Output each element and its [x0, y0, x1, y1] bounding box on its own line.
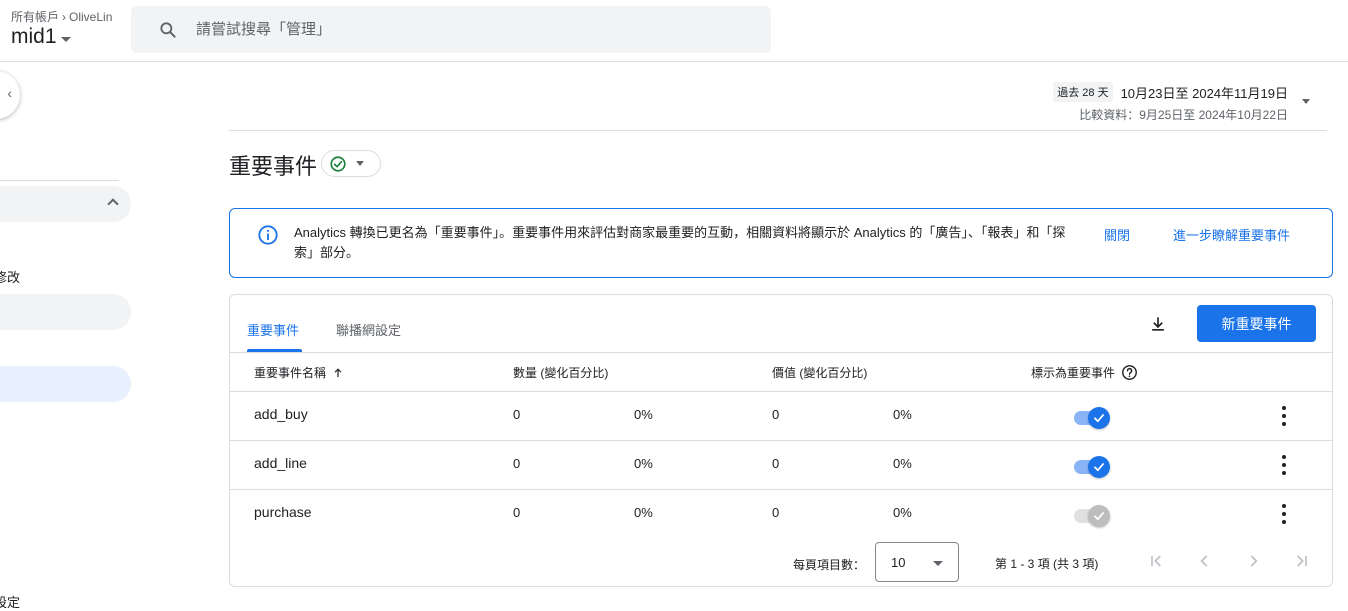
new-key-event-button[interactable]: 新重要事件	[1197, 305, 1316, 342]
learn-more-link[interactable]: 進一步瞭解重要事件	[1173, 225, 1290, 244]
arrow-up-icon	[334, 367, 342, 377]
sidebar-item-label[interactable]: 修改	[0, 267, 20, 286]
check-icon	[1094, 512, 1104, 521]
event-name: purchase	[254, 504, 312, 520]
info-banner: Analytics 轉換已更名為「重要事件」。重要事件用來評估對商家最重要的互動…	[229, 208, 1333, 278]
help-icon[interactable]	[1121, 364, 1138, 381]
breadcrumb[interactable]: 所有帳戶 › OliveLin	[11, 8, 112, 25]
top-app-bar: 所有帳戶 › OliveLin mid1	[0, 0, 1348, 62]
breadcrumb-account[interactable]: OliveLin	[69, 10, 112, 24]
rows-per-page-select[interactable]: 10	[875, 542, 959, 582]
divider	[230, 352, 1332, 353]
search-input[interactable]	[196, 21, 696, 38]
sidebar-group-header[interactable]	[0, 186, 131, 222]
pagination-range: 第 1 - 3 項 (共 3 項)	[995, 557, 1099, 571]
caret-down-icon[interactable]	[1302, 99, 1310, 104]
count-value: 0	[513, 456, 521, 471]
event-name: add_line	[254, 455, 307, 471]
banner-message: Analytics 轉換已更名為「重要事件」。重要事件用來評估對商家最重要的互動…	[294, 225, 1066, 260]
value-change: 0%	[893, 505, 912, 520]
toggle-knob	[1088, 505, 1110, 527]
sidebar-item[interactable]	[0, 294, 131, 330]
date-range-picker[interactable]: 過去 28 天 10月23日至 2024年11月19日 比較資料：9月25日至 …	[1053, 82, 1288, 123]
chevron-up-icon	[107, 198, 119, 210]
key-events-card: 重要事件 聯播網設定 新重要事件 重要事件名稱 數量 (變化百分比) 價值 (變…	[229, 294, 1333, 587]
date-range-text: 10月23日至 2024年11月19日	[1120, 85, 1288, 101]
value-value: 0	[772, 505, 780, 520]
date-range-chip: 過去 28 天	[1053, 82, 1113, 102]
info-icon	[258, 225, 278, 245]
property-name: mid1	[11, 25, 57, 48]
event-name: add_buy	[254, 406, 308, 422]
next-page-icon[interactable]	[1243, 551, 1263, 571]
value-change: 0%	[893, 456, 912, 471]
count-change: 0%	[634, 407, 653, 422]
caret-down-icon	[356, 161, 364, 166]
search-icon	[160, 21, 176, 38]
status-chip[interactable]	[321, 150, 381, 177]
table-row: add_line 0 0% 0 0%	[230, 440, 1332, 489]
caret-down-icon	[60, 36, 71, 42]
column-header-count: 數量 (變化百分比)	[513, 366, 609, 380]
column-header-name[interactable]: 重要事件名稱	[254, 364, 344, 381]
toggle-knob	[1088, 456, 1110, 478]
chevron-right-icon: ›	[62, 9, 67, 24]
compare-range-text: 比較資料：9月25日至 2024年10月22日	[1079, 108, 1288, 122]
sidebar-item-label[interactable]: 設定	[0, 592, 20, 611]
tab-key-events[interactable]: 重要事件	[247, 320, 299, 339]
table-row: purchase 0 0% 0 0%	[230, 489, 1332, 538]
check-circle-icon	[330, 155, 346, 172]
toggle-knob	[1088, 407, 1110, 429]
search-bar[interactable]	[131, 6, 771, 53]
count-value: 0	[513, 505, 521, 520]
dismiss-link[interactable]: 關閉	[1104, 225, 1130, 244]
first-page-icon[interactable]	[1147, 551, 1167, 571]
more-vert-icon[interactable]	[1280, 504, 1288, 524]
property-selector[interactable]: mid1	[11, 25, 71, 49]
page-title: 重要事件	[229, 154, 318, 179]
rows-per-page-value: 10	[891, 554, 906, 570]
key-event-toggle[interactable]	[1074, 405, 1110, 429]
column-header-label: 標示為重要事件	[1031, 366, 1116, 380]
count-change: 0%	[634, 505, 653, 520]
last-page-icon[interactable]	[1291, 551, 1311, 571]
key-event-toggle-disabled	[1074, 503, 1110, 527]
column-header-key-event: 標示為重要事件	[1031, 364, 1138, 381]
value-change: 0%	[893, 407, 912, 422]
check-icon	[1094, 414, 1104, 423]
table-row: add_buy 0 0% 0 0%	[230, 391, 1332, 440]
value-value: 0	[772, 456, 780, 471]
key-event-toggle[interactable]	[1074, 454, 1110, 478]
column-header-label: 重要事件名稱	[254, 366, 327, 380]
more-vert-icon[interactable]	[1280, 455, 1288, 475]
sidebar-item-active[interactable]	[0, 366, 131, 402]
caret-down-icon	[933, 561, 943, 566]
download-icon[interactable]	[1148, 314, 1168, 334]
rows-per-page-label: 每頁項目數：	[793, 558, 866, 572]
count-change: 0%	[634, 456, 653, 471]
more-vert-icon[interactable]	[1280, 406, 1288, 426]
chevron-left-icon: ‹	[7, 85, 12, 101]
divider	[229, 130, 1327, 131]
sidebar-collapse-button[interactable]: ‹	[0, 71, 20, 119]
previous-page-icon[interactable]	[1195, 551, 1215, 571]
count-value: 0	[513, 407, 521, 422]
check-icon	[1094, 463, 1104, 472]
column-header-value: 價值 (變化百分比)	[772, 366, 868, 380]
value-value: 0	[772, 407, 780, 422]
sidebar-divider	[0, 180, 119, 181]
breadcrumb-root[interactable]: 所有帳戶	[11, 8, 59, 25]
tab-network-settings[interactable]: 聯播網設定	[336, 320, 401, 339]
